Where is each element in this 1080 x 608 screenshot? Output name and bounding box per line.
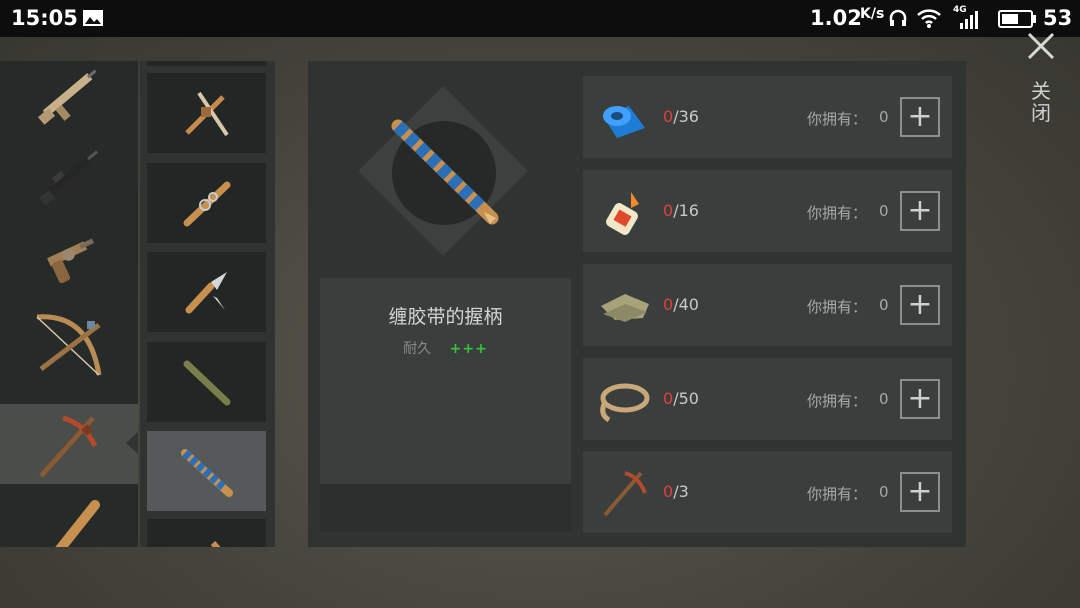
- durability-value: +++: [449, 341, 488, 357]
- dual-blade-icon: [184, 91, 229, 137]
- durability-row: 耐久 +++: [320, 338, 571, 358]
- recipe-slot-taped-handle[interactable]: [147, 431, 266, 511]
- ingredient-own-value: 0: [879, 390, 889, 408]
- weapon-slot-pickaxe[interactable]: [0, 404, 138, 484]
- recipe-slot-dual-blade[interactable]: [147, 73, 266, 153]
- pickaxe-icon: [603, 471, 647, 517]
- item-name: 缠胶带的握柄: [388, 306, 503, 328]
- battery-level: 53: [1043, 6, 1073, 30]
- scar-rifle-icon: [37, 69, 97, 125]
- ingredient-have: 0: [663, 201, 674, 220]
- ingredient-own-value: 0: [879, 108, 889, 126]
- ingredient-own-label: 你拥有：: [807, 204, 868, 222]
- wifi-icon: [917, 9, 941, 28]
- cloth-icon: [601, 294, 649, 322]
- net-speed: 1.02: [810, 6, 862, 30]
- handle-icon: [210, 541, 220, 547]
- ingredient-need: /40: [673, 295, 699, 314]
- ingredient-own-value: 0: [879, 296, 889, 314]
- durability-label: 耐久: [403, 341, 432, 357]
- ingredient-own-label: 你拥有：: [807, 110, 868, 128]
- plus-icon: +: [907, 193, 933, 228]
- plus-icon: +: [907, 381, 933, 416]
- recipe-slot-wooden-handle[interactable]: [147, 342, 266, 422]
- weapon-slot-m16[interactable]: [0, 137, 138, 217]
- ingredient-row: 0/50 你拥有： 0 +: [583, 358, 952, 440]
- gallery-icon: [83, 10, 103, 26]
- wooden-handle-icon: [183, 360, 230, 406]
- taped-handle-icon: [180, 449, 233, 497]
- status-time: 15:05: [11, 6, 78, 30]
- weapon-slot-bat[interactable]: [0, 491, 138, 547]
- rope-icon: [600, 383, 650, 423]
- plus-icon: +: [907, 287, 933, 322]
- add-ingredient-button[interactable]: +: [900, 285, 940, 325]
- recipe-slot[interactable]: [147, 519, 266, 547]
- crossbow-icon: [36, 314, 102, 376]
- ingredient-need: /50: [673, 389, 699, 408]
- ingredient-own-value: 0: [879, 483, 889, 501]
- weapon-category-list[interactable]: [0, 61, 138, 547]
- selection-indicator: [126, 432, 138, 454]
- signal-icon: [960, 11, 978, 29]
- net-speed-unit: K/s: [860, 6, 885, 22]
- ingredient-own-label: 你拥有：: [807, 298, 868, 316]
- ingredient-have: 0: [663, 107, 674, 126]
- plus-icon: +: [907, 99, 933, 134]
- ingredient-have: 0: [663, 295, 674, 314]
- status-bar: 15:05 1.02 K/s 4G 53: [0, 0, 1080, 37]
- ingredient-need: /3: [673, 482, 689, 501]
- ingredient-have: 0: [663, 389, 674, 408]
- m16-rifle-icon: [39, 150, 99, 206]
- plus-icon: +: [907, 474, 933, 509]
- knife-handle-icon: [185, 272, 227, 314]
- ingredient-row: 0/36 你拥有： 0 +: [583, 76, 952, 158]
- recipe-slot[interactable]: [147, 61, 266, 66]
- item-info: 缠胶带的握柄 耐久 +++: [320, 278, 571, 532]
- recipe-slot-nailed-handle[interactable]: [147, 163, 266, 243]
- ingredient-row: 0/3 你拥有： 0 +: [583, 451, 952, 533]
- ingredient-have: 0: [663, 482, 674, 501]
- duct-tape-icon: [603, 106, 645, 138]
- recipe-slot-knife-handle[interactable]: [147, 252, 266, 332]
- add-ingredient-button[interactable]: +: [900, 472, 940, 512]
- ingredient-own-label: 你拥有：: [807, 485, 868, 503]
- taped-handle-icon: [391, 119, 499, 225]
- add-ingredient-button[interactable]: +: [900, 97, 940, 137]
- ingredient-need: /36: [673, 107, 699, 126]
- glue-icon: [606, 192, 639, 235]
- weapon-slot-scar[interactable]: [0, 61, 138, 135]
- close-icon[interactable]: [1025, 30, 1057, 62]
- recipe-list[interactable]: [140, 61, 275, 547]
- battery-icon: [998, 10, 1036, 28]
- weapon-slot-revolver[interactable]: [0, 218, 138, 298]
- add-ingredient-button[interactable]: +: [900, 191, 940, 231]
- weapon-slot-crossbow[interactable]: [0, 303, 138, 383]
- ingredient-row: 0/40 你拥有： 0 +: [583, 264, 952, 346]
- ingredient-row: 0/16 你拥有： 0 +: [583, 170, 952, 252]
- headphones-icon: [889, 9, 907, 26]
- pickaxe-icon: [39, 415, 98, 478]
- close-label[interactable]: 关闭: [1030, 80, 1052, 124]
- bat-icon: [55, 500, 100, 547]
- revolver-icon: [47, 238, 95, 284]
- ingredient-need: /16: [673, 201, 699, 220]
- item-info-footer: [320, 484, 571, 532]
- add-ingredient-button[interactable]: +: [900, 379, 940, 419]
- ingredient-own-value: 0: [879, 202, 889, 220]
- nailed-handle-icon: [183, 181, 230, 227]
- ingredient-own-label: 你拥有：: [807, 392, 868, 410]
